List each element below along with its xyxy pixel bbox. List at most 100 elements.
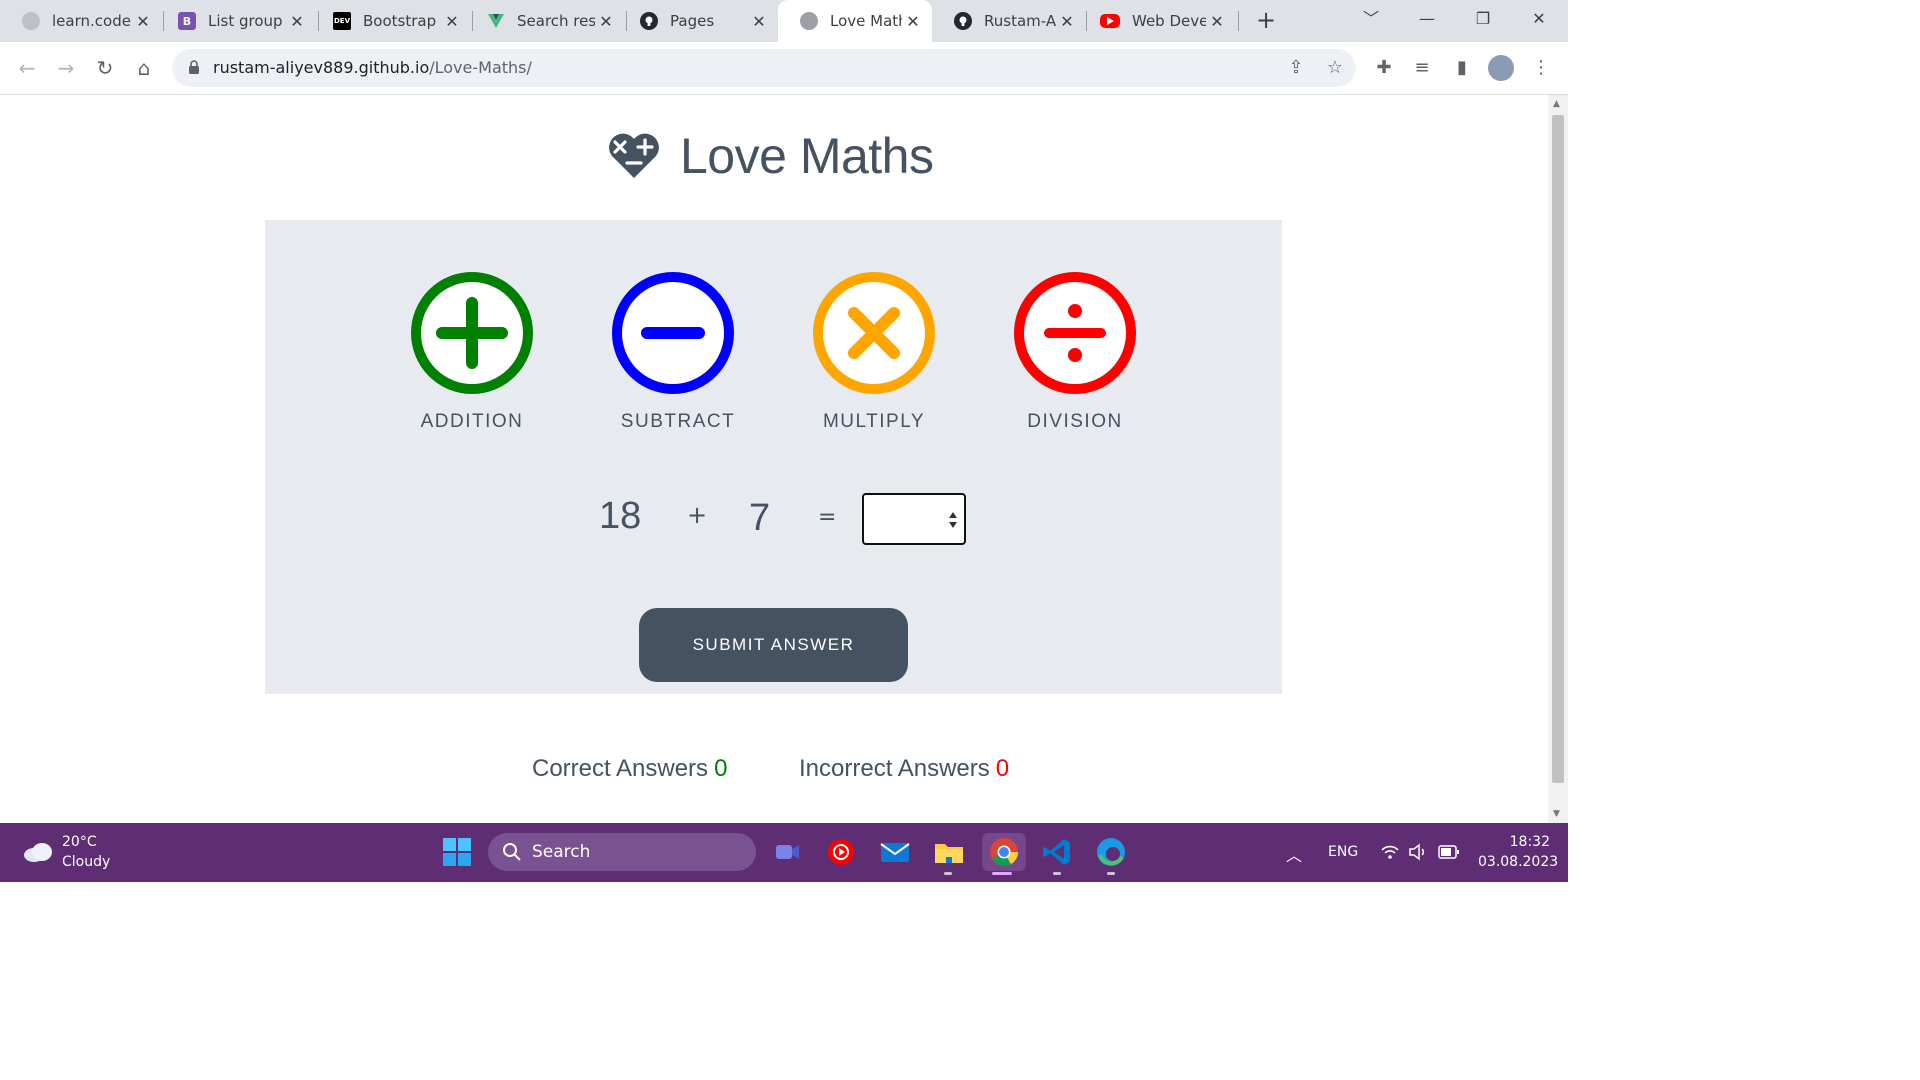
clock-date: 03.08.2023 xyxy=(1478,854,1559,870)
github-icon xyxy=(640,12,658,30)
extensions-puzzle-icon[interactable]: ✚ xyxy=(1370,54,1398,82)
page-scrollbar[interactable]: ▲ ▼ xyxy=(1548,95,1568,823)
operand-two: 7 xyxy=(749,497,771,539)
restore-icon[interactable]: ❐ xyxy=(1468,6,1498,32)
url-text[interactable]: rustam-aliyev889.github.io/Love-Maths/ xyxy=(213,58,532,77)
tab-love-maths[interactable]: Love Maths ✕ xyxy=(778,0,932,42)
subtract-label: SUBTRACT xyxy=(620,411,736,432)
tab-pages[interactable]: Pages ✕ xyxy=(618,0,778,42)
tab-bootstrap[interactable]: DEV Bootstrap 5 ✕ xyxy=(311,0,471,42)
bookmark-star-icon[interactable]: ☆ xyxy=(1321,54,1349,82)
scroll-up-icon[interactable]: ▲ xyxy=(1553,99,1560,109)
new-tab-button[interactable]: + xyxy=(1254,8,1278,32)
correct-label: Correct Answers xyxy=(532,755,709,782)
tab-title: Web Develc xyxy=(1132,12,1206,30)
close-icon[interactable]: ✕ xyxy=(286,12,308,31)
close-icon[interactable]: ✕ xyxy=(132,12,154,31)
plus-circle-icon xyxy=(411,272,533,394)
taskbar-search-label: Search xyxy=(532,842,591,862)
close-icon[interactable]: ✕ xyxy=(1056,12,1078,31)
chrome-icon[interactable] xyxy=(982,833,1026,871)
youtube-music-icon[interactable] xyxy=(824,835,858,869)
browser-toolbar: ← → ↻ ⌂ rustam-aliyev889.github.io/Love-… xyxy=(0,42,1568,95)
language-indicator[interactable]: ENG xyxy=(1328,844,1358,860)
tab-title: Pages xyxy=(670,12,715,30)
multiply-label: MULTIPLY xyxy=(822,411,926,432)
chrome-active-indicator xyxy=(992,872,1012,875)
tab-title: Search resu xyxy=(517,12,595,30)
scrollbar-thumb[interactable] xyxy=(1552,115,1564,783)
brand-header: Love Maths xyxy=(606,123,934,189)
edge-running-indicator xyxy=(1107,872,1115,875)
file-explorer-icon[interactable] xyxy=(932,835,966,869)
incorrect-label: Incorrect Answers xyxy=(799,755,990,782)
url-host: rustam-aliyev889.github.io xyxy=(213,58,430,77)
tab-search-chevron-icon[interactable]: ﹀ xyxy=(1356,6,1386,32)
tab-separator xyxy=(1238,11,1239,31)
tab-search-results[interactable]: Search resu ✕ xyxy=(465,0,625,42)
close-icon[interactable]: ✕ xyxy=(595,12,617,31)
submit-answer-button[interactable]: SUBMIT ANSWER xyxy=(639,608,908,682)
scroll-down-icon[interactable]: ▼ xyxy=(1553,809,1560,819)
page-title: Love Maths xyxy=(680,128,934,184)
times-circle-icon xyxy=(813,272,935,394)
equals-symbol: = xyxy=(818,505,837,530)
battery-icon[interactable] xyxy=(1438,845,1460,859)
multiply-button[interactable]: MULTIPLY xyxy=(804,271,944,433)
answer-input[interactable] xyxy=(868,497,942,543)
cloud-icon xyxy=(24,843,52,862)
address-bar[interactable]: rustam-aliyev889.github.io/Love-Maths/ ⇪… xyxy=(172,49,1356,87)
vscode-icon[interactable] xyxy=(1040,835,1074,869)
volume-icon[interactable] xyxy=(1408,843,1428,861)
tab-web-developer[interactable]: Web Develc ✕ xyxy=(1078,0,1236,42)
tab-learn[interactable]: learn.codeir ✕ xyxy=(0,0,162,42)
vscode-running-indicator xyxy=(1053,872,1061,875)
addition-button[interactable]: ADDITION xyxy=(402,271,542,433)
minimize-icon[interactable]: — xyxy=(1412,6,1442,32)
division-button[interactable]: DIVISION xyxy=(1005,271,1145,433)
window-close-icon[interactable]: ✕ xyxy=(1524,6,1554,32)
close-icon[interactable]: ✕ xyxy=(1206,12,1228,31)
clock[interactable]: 18:32 03.08.2023 xyxy=(1478,832,1559,872)
number-spinner-icon[interactable] xyxy=(948,509,958,531)
tab-rustam-ali[interactable]: Rustam-Ali ✕ xyxy=(932,0,1086,42)
answer-box[interactable] xyxy=(862,493,966,545)
tab-title: learn.codeir xyxy=(52,12,132,30)
teams-meet-icon[interactable] xyxy=(770,835,804,869)
media-queue-icon[interactable]: ≡ xyxy=(1408,54,1436,82)
divide-circle-icon xyxy=(1014,272,1136,394)
close-icon[interactable]: ✕ xyxy=(748,12,770,31)
taskbar-search[interactable]: Search xyxy=(488,833,756,871)
forward-arrow-icon[interactable]: → xyxy=(52,54,80,82)
youtube-icon xyxy=(1100,14,1120,28)
lock-icon xyxy=(189,60,199,74)
github-icon xyxy=(954,12,972,30)
vuetify-icon xyxy=(487,12,505,30)
mail-icon[interactable] xyxy=(878,835,912,869)
back-arrow-icon[interactable]: ← xyxy=(13,54,41,82)
tab-list-group[interactable]: B List group · ✕ xyxy=(156,0,316,42)
edge-icon[interactable] xyxy=(1094,835,1128,869)
incorrect-value: 0 xyxy=(995,755,1010,782)
tab-title: Bootstrap 5 xyxy=(363,12,441,30)
tray-overflow-chevron-icon[interactable]: ︿ xyxy=(1286,842,1302,866)
close-icon[interactable]: ✕ xyxy=(441,12,463,31)
dev-icon: DEV xyxy=(333,12,351,30)
clock-time: 18:32 xyxy=(1509,834,1550,850)
wifi-icon[interactable] xyxy=(1380,843,1400,861)
home-icon[interactable]: ⌂ xyxy=(130,54,158,82)
menu-kebab-icon[interactable]: ⋮ xyxy=(1527,54,1555,82)
score-area: Correct Answers 0 Incorrect Answers 0 xyxy=(0,755,1548,785)
weather-temperature: 20°C xyxy=(62,834,97,850)
globe-icon xyxy=(800,12,818,30)
search-icon xyxy=(503,843,521,861)
subtract-button[interactable]: SUBTRACT xyxy=(603,271,743,433)
share-icon[interactable]: ⇪ xyxy=(1282,54,1310,82)
profile-avatar[interactable] xyxy=(1488,55,1514,81)
reload-icon[interactable]: ↻ xyxy=(91,54,119,82)
close-icon[interactable]: ✕ xyxy=(902,12,924,31)
windows-start-icon[interactable] xyxy=(442,837,472,867)
weather-widget[interactable]: 20°C Cloudy xyxy=(22,832,110,872)
tab-bar: learn.codeir ✕ B List group · ✕ DEV Boot… xyxy=(0,0,1568,42)
side-panel-icon[interactable]: ▮ xyxy=(1448,54,1476,82)
